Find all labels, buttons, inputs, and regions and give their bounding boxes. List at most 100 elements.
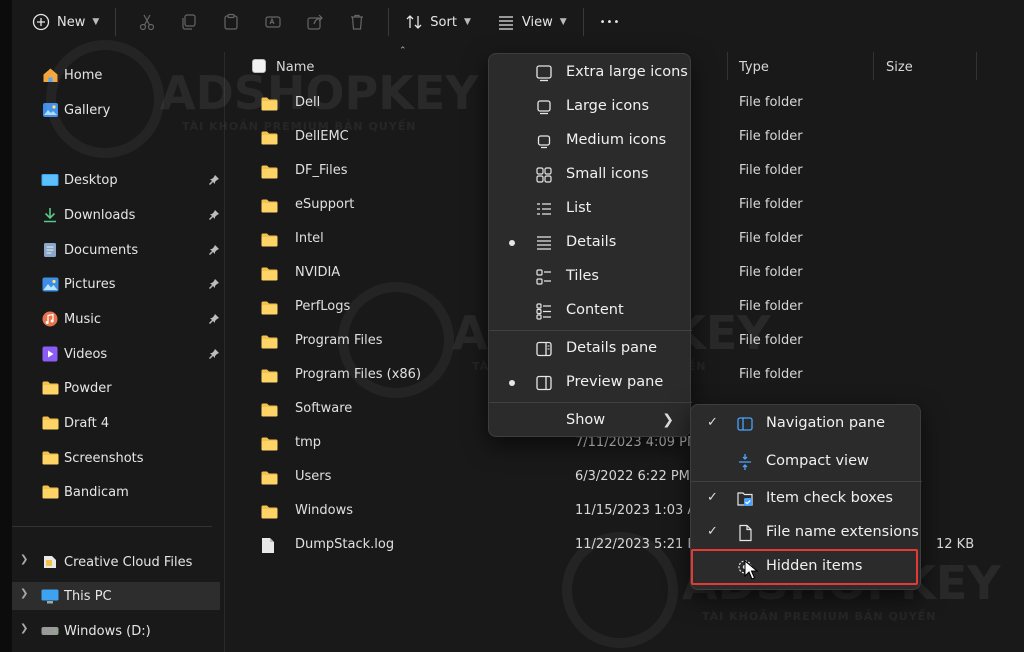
file-type: File folder <box>739 333 803 348</box>
chevron-right-icon[interactable]: ❯ <box>20 588 28 599</box>
column-separator[interactable] <box>727 52 728 80</box>
file-name: DellEMC <box>295 129 349 144</box>
menu-item-list[interactable]: List <box>489 192 692 226</box>
download-icon <box>41 207 59 223</box>
explorer-window: New ▼ Sort ▼ View ▼ ••• Home Gallery Des… <box>12 0 1024 652</box>
toolbar-divider <box>582 8 584 36</box>
large-icons-icon <box>537 100 551 115</box>
sidebar-item-windows-d[interactable]: ❯ Windows (D:) <box>12 617 220 645</box>
sidebar-item-home[interactable]: Home <box>12 61 220 89</box>
sort-button[interactable]: Sort ▼ <box>399 6 477 38</box>
sort-ascending-icon: ⌃ <box>399 46 407 56</box>
paste-button[interactable] <box>216 7 246 37</box>
chevron-right-icon[interactable]: ❯ <box>20 554 28 565</box>
column-header-type[interactable]: Type <box>739 56 769 78</box>
menu-item-tiles[interactable]: Tiles <box>489 260 692 294</box>
drive-icon <box>41 623 59 639</box>
sidebar-item-screenshots[interactable]: Screenshots <box>12 444 220 472</box>
see-more-button[interactable]: ••• <box>594 6 627 38</box>
sidebar-item-label: Documents <box>64 242 139 258</box>
sidebar-item-music[interactable]: Music <box>12 305 220 333</box>
pin-icon <box>208 313 220 329</box>
pane-divider[interactable] <box>224 52 225 652</box>
sidebar-item-desktop[interactable]: Desktop <box>12 166 220 194</box>
sidebar-item-draft-4[interactable]: Draft 4 <box>12 409 220 437</box>
rename-button[interactable] <box>258 7 288 37</box>
paste-icon <box>224 13 238 30</box>
mouse-cursor-icon <box>744 560 758 580</box>
preview-pane-icon <box>536 375 552 391</box>
menu-item-details-pane[interactable]: Details pane <box>489 332 692 366</box>
select-all-checkbox[interactable] <box>252 59 266 73</box>
documents-icon <box>41 242 59 258</box>
sidebar-item-creative-cloud-files[interactable]: ❯ Creative Cloud Files <box>12 548 220 576</box>
menu-item-extra-large-icons[interactable]: Extra large icons <box>489 56 692 90</box>
folder-icon <box>261 267 278 281</box>
share-button[interactable] <box>300 7 330 37</box>
sidebar-item-powder[interactable]: Powder <box>12 374 220 402</box>
sort-icon <box>406 15 422 29</box>
pin-icon <box>208 209 220 225</box>
menu-item-compact-view[interactable]: Compact view <box>691 445 922 479</box>
sidebar-item-label: Windows (D:) <box>64 623 151 639</box>
file-name: Program Files <box>295 333 383 348</box>
column-separator[interactable] <box>976 52 977 80</box>
menu-item-navigation-pane[interactable]: ✓ Navigation pane <box>691 407 922 441</box>
file-type: File folder <box>739 129 803 144</box>
sidebar-item-bandicam[interactable]: Bandicam <box>12 478 220 506</box>
menu-item-item-check-boxes[interactable]: ✓ Item check boxes <box>691 482 922 516</box>
sidebar-item-downloads[interactable]: Downloads <box>12 201 220 229</box>
chevron-right-icon[interactable]: ❯ <box>20 623 28 634</box>
folder-icon <box>261 369 278 383</box>
sidebar-item-documents[interactable]: Documents <box>12 236 220 264</box>
menu-item-file-name-extensions[interactable]: ✓ File name extensions <box>691 516 922 550</box>
sidebar-item-label: Powder <box>64 380 112 396</box>
sidebar-item-this-pc[interactable]: ❯ This PC <box>12 582 220 610</box>
sidebar-item-pictures[interactable]: Pictures <box>12 270 220 298</box>
menu-item-medium-icons[interactable]: Medium icons <box>489 124 692 158</box>
navigation-pane: Home Gallery Desktop Downloads Documents… <box>12 52 224 652</box>
sidebar-item-label: Pictures <box>64 276 116 292</box>
menu-item-large-icons[interactable]: Large icons <box>489 90 692 124</box>
share-icon <box>307 14 324 30</box>
command-bar: New ▼ Sort ▼ View ▼ ••• <box>12 0 1024 44</box>
file-name: eSupport <box>295 197 355 212</box>
pc-icon <box>41 588 59 604</box>
menu-item-preview-pane[interactable]: Preview pane <box>489 366 692 400</box>
view-button[interactable]: View ▼ <box>491 6 573 38</box>
delete-button[interactable] <box>342 7 372 37</box>
sidebar-item-label: Videos <box>64 346 108 362</box>
menu-item-details[interactable]: Details <box>489 226 692 260</box>
pin-icon <box>208 174 220 190</box>
sidebar-item-gallery[interactable]: Gallery <box>12 96 220 124</box>
new-button[interactable]: New ▼ <box>26 6 105 38</box>
column-separator[interactable] <box>873 52 874 80</box>
column-header-size[interactable]: Size <box>886 56 913 78</box>
sidebar-item-label: Creative Cloud Files <box>64 554 193 570</box>
menu-item-show[interactable]: Show ❯ <box>489 404 692 438</box>
check-boxes-icon <box>737 492 753 506</box>
file-name: Intel <box>295 231 324 246</box>
copy-button[interactable] <box>174 7 204 37</box>
menu-item-label: Extra large icons <box>566 64 688 80</box>
folder-icon <box>261 403 278 417</box>
view-label: View <box>521 14 553 30</box>
menu-item-label: Preview pane <box>566 374 664 390</box>
column-header-name[interactable]: Name <box>276 56 314 78</box>
chevron-down-icon: ▼ <box>463 17 471 27</box>
column-label: Type <box>739 59 769 75</box>
menu-item-small-icons[interactable]: Small icons <box>489 158 692 192</box>
menu-item-label: Large icons <box>566 98 650 114</box>
column-label: Size <box>886 59 913 75</box>
view-menu: Extra large icons Large icons Medium ico… <box>488 53 692 438</box>
chevron-right-icon: ❯ <box>662 412 674 428</box>
menu-item-label: File name extensions <box>766 524 919 540</box>
cut-button[interactable] <box>132 7 162 37</box>
file-name: Software <box>295 401 353 416</box>
menu-item-content[interactable]: Content <box>489 294 692 328</box>
file-name: Windows <box>295 503 354 518</box>
file-type: File folder <box>739 367 803 382</box>
sidebar-item-videos[interactable]: Videos <box>12 340 220 368</box>
folder-icon <box>261 335 278 349</box>
file-name: Dell <box>295 95 321 110</box>
